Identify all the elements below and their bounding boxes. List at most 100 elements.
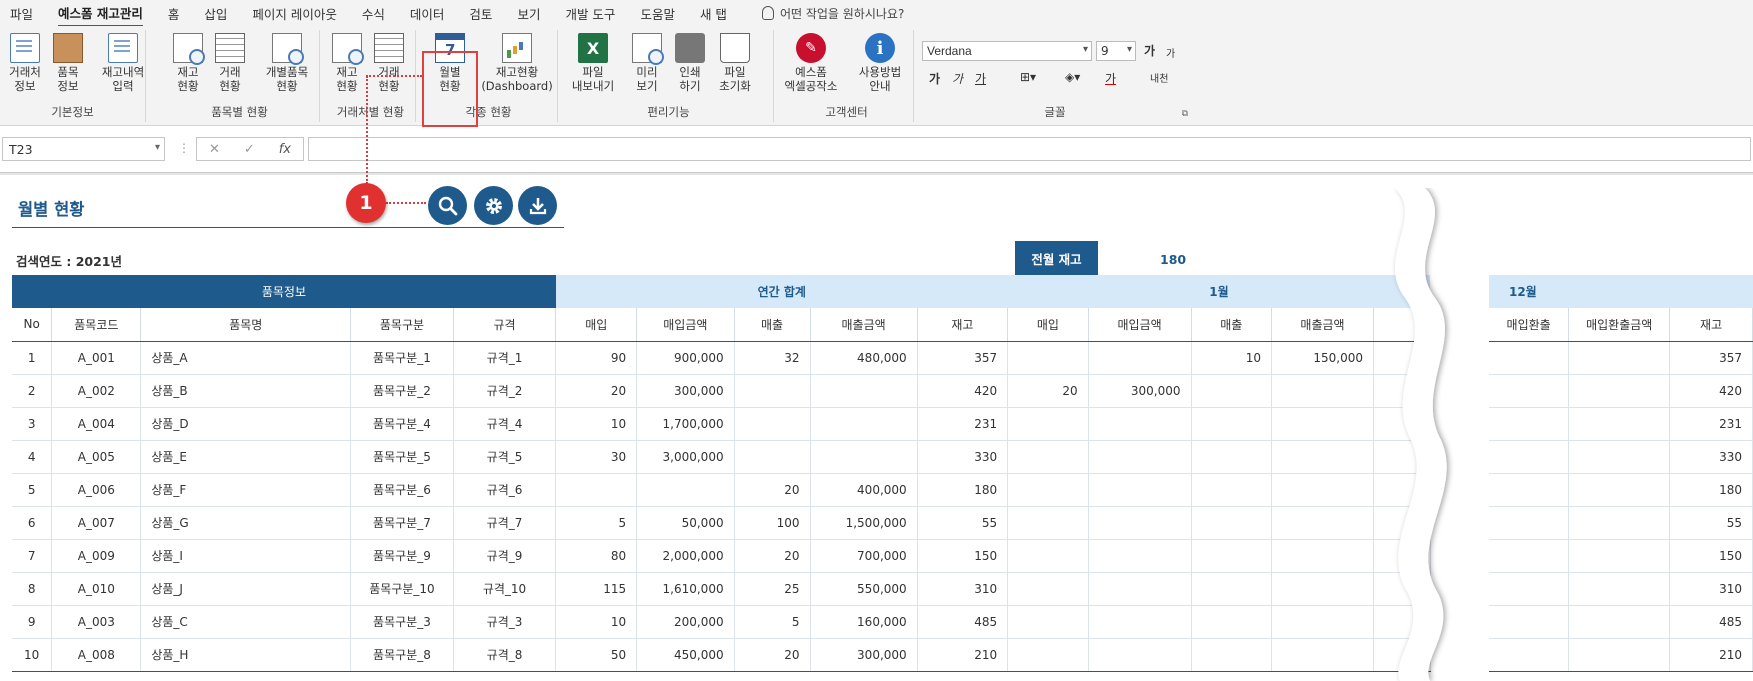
table-cell[interactable] [1088, 440, 1192, 474]
menu-tab[interactable]: 보기 [517, 1, 540, 26]
font-size-select[interactable]: 9 [1096, 41, 1136, 61]
table-cell[interactable]: 20 [734, 638, 811, 672]
table-cell[interactable]: 50 [555, 638, 638, 672]
table-cell[interactable]: 규격_10 [453, 572, 557, 606]
table-cell[interactable]: 품목구분_1 [350, 341, 454, 375]
table-cell[interactable]: 310 [1669, 572, 1753, 606]
table-cell[interactable]: 5 [734, 605, 811, 639]
table-cell[interactable]: 300,000 [636, 374, 735, 408]
table-cell[interactable] [1088, 407, 1192, 441]
table-cell[interactable]: 품목구분_7 [350, 506, 454, 540]
table-cell[interactable] [1488, 341, 1570, 375]
table-cell[interactable] [1488, 539, 1570, 573]
table-cell[interactable]: 10 [1191, 341, 1273, 375]
table-cell[interactable]: 700,000 [810, 539, 918, 573]
table-cell[interactable]: 485 [917, 605, 1009, 639]
table-cell[interactable]: 9 [12, 605, 53, 639]
stock-entry-button[interactable]: 재고내역 입력 [96, 33, 150, 93]
table-cell[interactable]: 2,000,000 [636, 539, 735, 573]
table-cell[interactable]: 상품_C [140, 605, 352, 639]
menu-tab[interactable]: 데이터 [410, 1, 445, 26]
table-cell[interactable]: 품목구분_6 [350, 473, 454, 507]
table-cell[interactable]: 상품_E [140, 440, 352, 474]
table-cell[interactable] [1488, 638, 1570, 672]
table-cell[interactable] [1488, 407, 1570, 441]
table-cell[interactable]: 150,000 [1271, 341, 1374, 375]
partner-trade-status-button[interactable]: 거래 현황 [366, 33, 412, 93]
dashboard-button[interactable]: 재고현황 (Dashboard) [480, 33, 554, 93]
item-info-button[interactable]: 품목 정보 [45, 33, 91, 93]
table-cell[interactable]: 상품_A [140, 341, 352, 375]
table-cell[interactable]: 50,000 [636, 506, 735, 540]
table-cell[interactable]: 3 [12, 407, 53, 441]
table-cell[interactable] [1568, 341, 1671, 375]
table-cell[interactable]: 420 [1669, 374, 1753, 408]
table-cell[interactable] [734, 374, 811, 408]
menu-tab[interactable]: 삽입 [204, 1, 227, 26]
table-cell[interactable]: 4 [12, 440, 53, 474]
table-cell[interactable] [1488, 440, 1570, 474]
table-cell[interactable]: 400,000 [810, 473, 918, 507]
menu-tab[interactable]: 검토 [469, 1, 492, 26]
table-cell[interactable]: A_008 [51, 638, 142, 672]
table-cell[interactable]: 5 [12, 473, 53, 507]
table-cell[interactable]: A_002 [51, 374, 142, 408]
table-cell[interactable] [1191, 407, 1273, 441]
table-cell[interactable] [1191, 605, 1273, 639]
table-cell[interactable]: 357 [917, 341, 1009, 375]
table-cell[interactable] [1568, 605, 1671, 639]
table-cell[interactable] [1568, 407, 1671, 441]
item-detail-button[interactable]: 개별품목 현황 [259, 33, 315, 93]
table-cell[interactable] [810, 440, 918, 474]
menu-tab[interactable]: 새 탭 [700, 1, 727, 26]
table-cell[interactable]: 80 [555, 539, 638, 573]
table-cell[interactable]: 규격_2 [453, 374, 557, 408]
partner-info-button[interactable]: 거래처 정보 [2, 33, 48, 93]
table-cell[interactable]: 10 [555, 407, 638, 441]
table-cell[interactable] [1191, 539, 1273, 573]
splitter-icon[interactable]: ⋮ [178, 141, 190, 155]
table-cell[interactable] [1088, 638, 1192, 672]
table-cell[interactable]: 6 [12, 506, 53, 540]
table-cell[interactable] [1568, 638, 1671, 672]
confirm-icon[interactable]: ✓ [244, 142, 255, 157]
table-cell[interactable] [1191, 374, 1273, 408]
table-cell[interactable]: A_009 [51, 539, 142, 573]
table-cell[interactable]: 규격_9 [453, 539, 557, 573]
font-shrink-button[interactable]: 가 [1166, 45, 1175, 60]
table-cell[interactable]: 90 [555, 341, 638, 375]
table-cell[interactable]: 480,000 [810, 341, 918, 375]
table-cell[interactable]: 5 [555, 506, 638, 540]
table-cell[interactable]: 450,000 [636, 638, 735, 672]
table-cell[interactable]: 55 [1669, 506, 1753, 540]
table-cell[interactable]: 115 [555, 572, 638, 606]
table-cell[interactable] [1007, 572, 1089, 606]
table-cell[interactable]: 300,000 [810, 638, 918, 672]
table-cell[interactable]: 1,610,000 [636, 572, 735, 606]
table-cell[interactable]: 상품_F [140, 473, 352, 507]
table-cell[interactable]: 231 [917, 407, 1009, 441]
table-cell[interactable] [1271, 506, 1374, 540]
table-cell[interactable] [734, 407, 811, 441]
table-cell[interactable]: 300,000 [1088, 374, 1192, 408]
table-cell[interactable]: A_006 [51, 473, 142, 507]
table-cell[interactable]: A_005 [51, 440, 142, 474]
table-cell[interactable]: 357 [1669, 341, 1753, 375]
table-cell[interactable]: 규격_5 [453, 440, 557, 474]
table-cell[interactable] [1488, 374, 1570, 408]
trade-status-button[interactable]: 거래 현황 [207, 33, 253, 93]
stock-status-button[interactable]: 재고 현황 [165, 33, 211, 93]
table-cell[interactable] [1373, 341, 1431, 375]
italic-button[interactable]: 가 [952, 70, 963, 87]
table-cell[interactable]: 210 [1669, 638, 1753, 672]
menu-tab[interactable]: 개발 도구 [565, 1, 615, 26]
table-cell[interactable]: 품목구분_9 [350, 539, 454, 573]
table-cell[interactable]: 210 [917, 638, 1009, 672]
phonetic-button[interactable]: 내천 [1150, 70, 1168, 85]
table-cell[interactable]: 품목구분_2 [350, 374, 454, 408]
table-cell[interactable]: 485 [1669, 605, 1753, 639]
settings-button[interactable] [474, 186, 513, 225]
table-cell[interactable] [1271, 407, 1374, 441]
table-cell[interactable]: 품목구분_8 [350, 638, 454, 672]
table-cell[interactable]: 900,000 [636, 341, 735, 375]
